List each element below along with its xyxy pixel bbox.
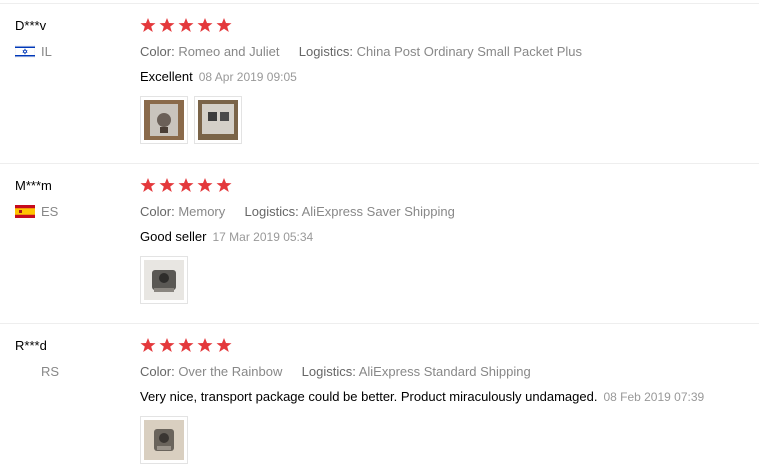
- country-code: ES: [41, 204, 59, 219]
- star-icon: [197, 337, 213, 353]
- color-label: Color:: [140, 364, 175, 379]
- review-photos: [140, 416, 188, 464]
- review-photo-thumbnail[interactable]: [140, 256, 188, 304]
- logistics-value: AliExpress Saver Shipping: [301, 204, 455, 219]
- star-icon: [197, 17, 213, 33]
- review-photo-thumbnail[interactable]: [140, 96, 188, 144]
- star-icon: [159, 17, 175, 33]
- color-value: Memory: [178, 204, 226, 219]
- israel-flag-icon: [14, 44, 36, 59]
- feedback-text: Good seller: [140, 229, 207, 244]
- star-icon: [178, 177, 194, 193]
- logistics-label: Logistics:: [244, 204, 299, 219]
- reviewer-country: ES: [15, 204, 58, 219]
- reviewer-name: D***v: [15, 18, 47, 33]
- logistics-value: China Post Ordinary Small Packet Plus: [356, 44, 582, 59]
- reviewer-country: IL: [14, 44, 52, 59]
- star-icon: [140, 177, 156, 193]
- review-photo-thumbnail[interactable]: [140, 416, 188, 464]
- review-photos: [140, 96, 242, 144]
- review-date: 17 Mar 2019 05:34: [212, 230, 314, 244]
- review-item: D***v IL Color: Romeo and Juliet Logisti…: [0, 4, 759, 164]
- reviewer-country: RS: [15, 364, 59, 379]
- product-photo-icon: [198, 100, 238, 140]
- review-item: M***m ES Color: Memory Logistics: AliExp…: [0, 164, 759, 324]
- star-icon: [216, 337, 232, 353]
- product-photo-icon: [144, 420, 184, 460]
- reviewer-name: R***d: [15, 338, 47, 353]
- order-info: Color: Memory Logistics: AliExpress Save…: [140, 204, 455, 219]
- product-photo-icon: [144, 260, 184, 300]
- star-rating: [140, 177, 232, 193]
- country-code: RS: [41, 364, 60, 379]
- star-icon: [197, 177, 213, 193]
- serbia-flag-icon: [15, 365, 35, 378]
- star-icon: [216, 177, 232, 193]
- feedback-text: Excellent: [140, 69, 193, 84]
- color-label: Color:: [140, 204, 175, 219]
- order-info: Color: Romeo and Juliet Logistics: China…: [140, 44, 582, 59]
- review-photos: [140, 256, 188, 304]
- review-photo-thumbnail[interactable]: [194, 96, 242, 144]
- order-info: Color: Over the Rainbow Logistics: AliEx…: [140, 364, 531, 379]
- star-icon: [140, 17, 156, 33]
- star-rating: [140, 337, 232, 353]
- review-date: 08 Apr 2019 09:05: [198, 70, 297, 84]
- color-label: Color:: [140, 44, 175, 59]
- country-code: IL: [41, 44, 52, 59]
- star-icon: [159, 337, 175, 353]
- feedback-text: Very nice, transport package could be be…: [140, 389, 598, 404]
- logistics-value: AliExpress Standard Shipping: [358, 364, 531, 379]
- reviewer-name: M***m: [15, 178, 52, 193]
- color-value: Over the Rainbow: [178, 364, 283, 379]
- spain-flag-icon: [15, 205, 35, 218]
- star-rating: [140, 17, 232, 33]
- star-icon: [216, 17, 232, 33]
- star-icon: [159, 177, 175, 193]
- review-text: Excellent 08 Apr 2019 09:05: [140, 69, 297, 84]
- star-icon: [140, 337, 156, 353]
- review-text: Very nice, transport package could be be…: [140, 389, 704, 404]
- star-icon: [178, 337, 194, 353]
- review-item: R***d RS Color: Over the Rainbow Logisti…: [0, 324, 759, 464]
- review-text: Good seller 17 Mar 2019 05:34: [140, 229, 313, 244]
- star-icon: [178, 17, 194, 33]
- logistics-label: Logistics:: [298, 44, 353, 59]
- review-date: 08 Feb 2019 07:39: [603, 390, 705, 404]
- product-photo-icon: [144, 100, 184, 140]
- logistics-label: Logistics:: [301, 364, 356, 379]
- color-value: Romeo and Juliet: [178, 44, 280, 59]
